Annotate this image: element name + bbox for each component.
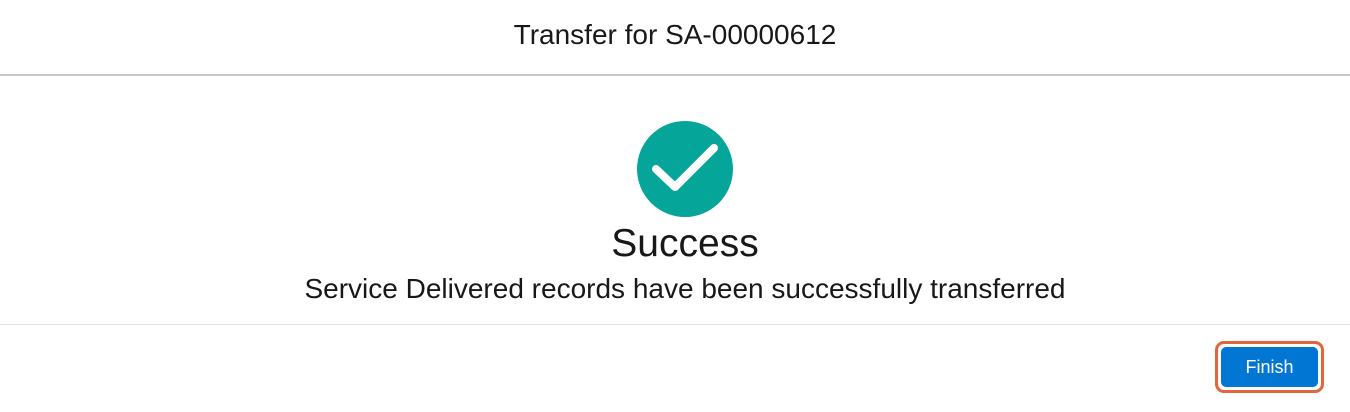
- modal-footer: Finish: [0, 325, 1350, 412]
- checkmark-glyph: [652, 144, 718, 191]
- modal-header: Transfer for SA-00000612: [0, 0, 1350, 76]
- modal-title: Transfer for SA-00000612: [513, 19, 837, 50]
- transfer-modal: Transfer for SA-00000612 Success Service…: [0, 0, 1350, 412]
- success-heading: Success: [611, 222, 759, 265]
- success-message: Service Delivered records have been succ…: [304, 273, 1066, 304]
- finish-button[interactable]: Finish: [1221, 347, 1318, 387]
- modal-body: Success Service Delivered records have b…: [0, 78, 1350, 325]
- finish-button-highlight: Finish: [1215, 341, 1324, 393]
- checkmark-icon: [637, 121, 733, 217]
